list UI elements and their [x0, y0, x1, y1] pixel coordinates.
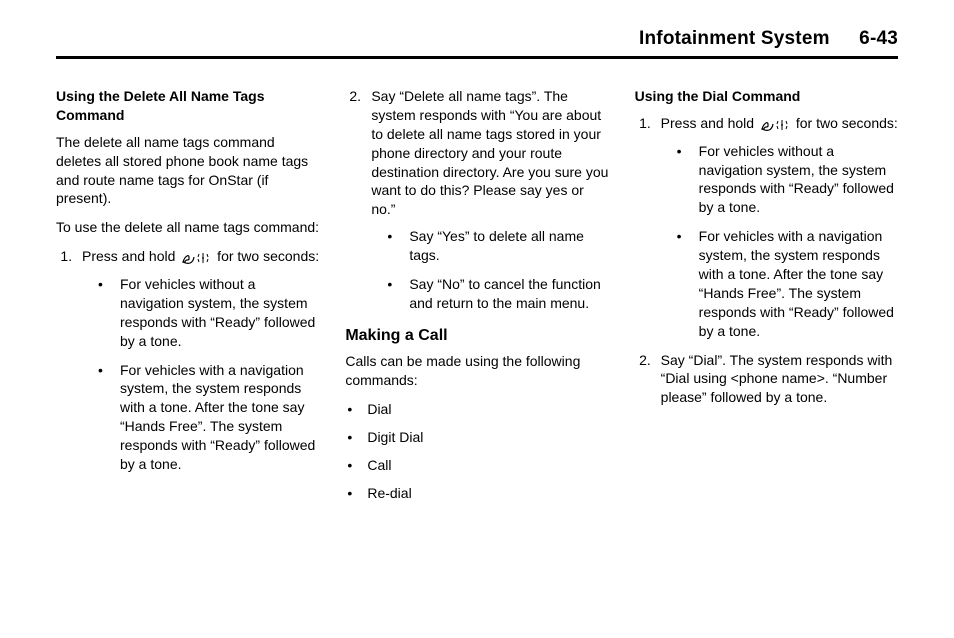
- cmd-call: Call: [345, 456, 608, 475]
- col2-step2-text: Say “Delete all name tags”. The system r…: [371, 88, 608, 217]
- col3-step2: Say “Dial”. The system responds with “Di…: [655, 351, 898, 408]
- column-2: Say “Delete all name tags”. The system r…: [345, 87, 608, 512]
- header-pagenum: 6-43: [859, 28, 898, 49]
- col1-step1-post: for two seconds:: [213, 248, 319, 264]
- header-section: Infotainment System: [639, 28, 830, 49]
- col1-step1: Press and hold for two seconds: For vehi…: [76, 247, 319, 474]
- cmd-redial: Re-dial: [345, 484, 608, 503]
- cmd-dial: Dial: [345, 400, 608, 419]
- col2-commands: Dial Digit Dial Call Re-dial: [345, 400, 608, 503]
- cmd-digit-dial: Digit Dial: [345, 428, 608, 447]
- col1-para2: To use the delete all name tags command:: [56, 218, 319, 237]
- col2-steps: Say “Delete all name tags”. The system r…: [345, 87, 608, 313]
- phone-voice-icon: [181, 248, 211, 267]
- page-header: Infotainment System 6-43: [56, 28, 898, 59]
- page: Infotainment System 6-43 Using the Delet…: [0, 0, 954, 542]
- col2-sb2: Say “No” to cancel the function and retu…: [383, 275, 608, 313]
- col3-bullets: For vehicles without a navigation system…: [673, 142, 898, 341]
- col1-bullets: For vehicles without a navigation system…: [94, 275, 319, 474]
- column-3: Using the Dial Command Press and hold fo…: [635, 87, 898, 512]
- col1-bullet2: For vehicles with a navigation system, t…: [94, 361, 319, 474]
- col2-subbullets: Say “Yes” to delete all name tags. Say “…: [383, 227, 608, 313]
- col3-step1: Press and hold for two seconds: For vehi…: [655, 114, 898, 341]
- col2-heading: Making a Call: [345, 325, 608, 347]
- col1-bullet1: For vehicles without a navigation system…: [94, 275, 319, 351]
- col1-heading: Using the Delete All Name Tags Command: [56, 87, 319, 125]
- col1-para1: The delete all name tags command deletes…: [56, 133, 319, 209]
- col3-bullet1: For vehicles without a navigation system…: [673, 142, 898, 218]
- col1-step1-pre: Press and hold: [82, 248, 179, 264]
- col2-para1: Calls can be made using the following co…: [345, 352, 608, 390]
- col2-step2: Say “Delete all name tags”. The system r…: [345, 87, 608, 313]
- col3-steps: Press and hold for two seconds: For vehi…: [655, 114, 898, 407]
- col3-step1-pre: Press and hold: [661, 115, 758, 131]
- columns: Using the Delete All Name Tags Command T…: [56, 87, 898, 512]
- column-1: Using the Delete All Name Tags Command T…: [56, 87, 319, 512]
- col3-heading: Using the Dial Command: [635, 87, 898, 106]
- col2-sb1: Say “Yes” to delete all name tags.: [383, 227, 608, 265]
- col1-steps: Press and hold for two seconds: For vehi…: [76, 247, 319, 474]
- col3-bullet2: For vehicles with a navigation system, t…: [673, 227, 898, 340]
- col3-step1-post: for two seconds:: [792, 115, 898, 131]
- phone-voice-icon: [760, 115, 790, 134]
